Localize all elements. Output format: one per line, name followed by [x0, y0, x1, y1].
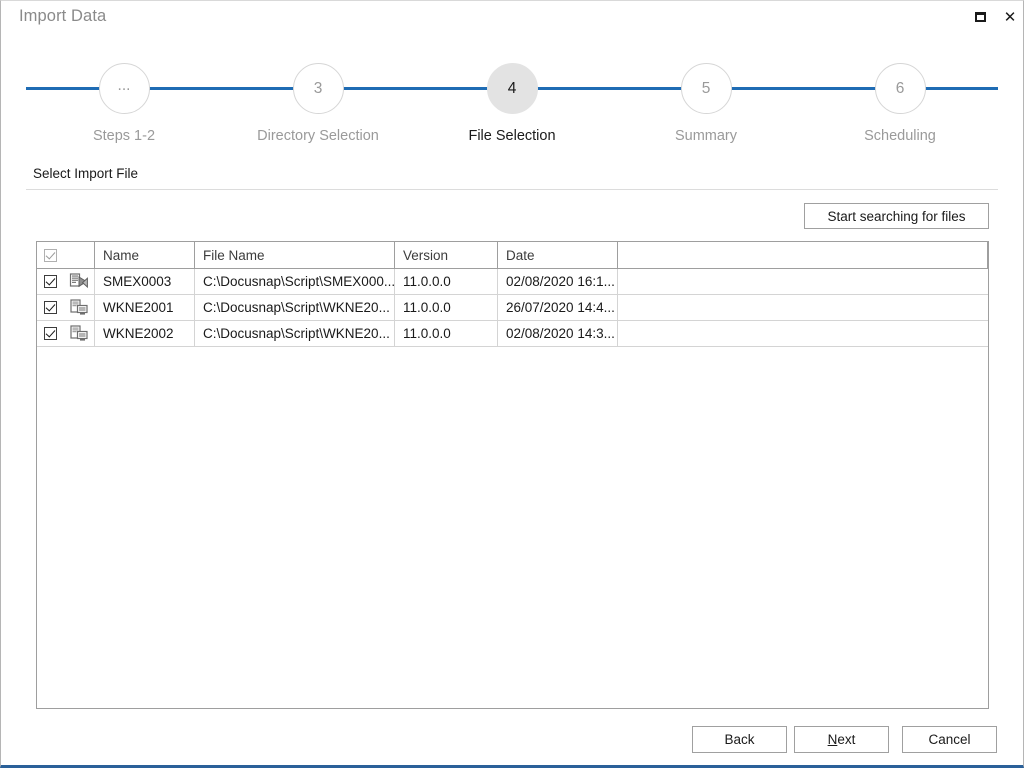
step-number-1: ...	[117, 76, 131, 94]
table-row[interactable]: WKNE2002 C:\Docusnap\Script\WKNE20... 11…	[37, 321, 988, 347]
row-type-cell	[63, 321, 95, 346]
row-filler	[618, 269, 988, 294]
restore-window-button[interactable]	[965, 3, 995, 31]
section-title: Select Import File	[33, 166, 139, 181]
grid-header-version[interactable]: Version	[395, 242, 498, 268]
row-checkbox-cell[interactable]	[37, 269, 63, 294]
row-checkbox-cell[interactable]	[37, 295, 63, 320]
row-version: 11.0.0.0	[395, 269, 498, 294]
select-all-checkbox[interactable]	[43, 248, 57, 262]
grid-empty-area	[37, 347, 988, 708]
workstation-script-icon	[69, 324, 88, 341]
wizard-stepper: ... Steps 1-2 3 Directory Selection 4 Fi…	[1, 47, 1023, 147]
row-file-name: C:\Docusnap\Script\SMEX000...	[195, 269, 395, 294]
grid-header-filler	[618, 242, 988, 268]
grid-header-file-name[interactable]: File Name	[195, 242, 395, 268]
row-file-name: C:\Docusnap\Script\WKNE20...	[195, 321, 395, 346]
step-2[interactable]: 3 Directory Selection	[253, 47, 383, 144]
grid-header-name[interactable]: Name	[95, 242, 195, 268]
step-3-active[interactable]: 4 File Selection	[447, 47, 577, 144]
row-type-cell	[63, 269, 95, 294]
row-filler	[618, 321, 988, 346]
title-bar: Import Data ✕	[1, 1, 1023, 35]
row-checkbox[interactable]	[43, 327, 57, 340]
step-circle-2: 3	[292, 63, 344, 114]
row-name: WKNE2002	[95, 321, 195, 346]
row-checkbox-cell[interactable]	[37, 321, 63, 346]
close-window-button[interactable]: ✕	[995, 3, 1023, 31]
next-button-accelerator: N	[827, 732, 838, 747]
row-name: WKNE2001	[95, 295, 195, 320]
step-label-5: Scheduling	[864, 128, 936, 144]
step-label-2: Directory Selection	[257, 128, 379, 144]
back-button[interactable]: Back	[692, 726, 787, 753]
close-icon: ✕	[1003, 7, 1017, 26]
row-date: 02/08/2020 14:3...	[498, 321, 618, 346]
row-checkbox[interactable]	[43, 275, 57, 288]
next-button[interactable]: Next	[794, 726, 889, 753]
step-number-3: 4	[507, 79, 517, 97]
import-file-grid[interactable]: Name File Name Version Date SMEX0003 C:\…	[36, 241, 989, 709]
window-title: Import Data	[19, 7, 107, 25]
section-divider	[26, 189, 998, 190]
grid-header-row: Name File Name Version Date	[37, 242, 988, 269]
row-filler	[618, 295, 988, 320]
step-4[interactable]: 5 Summary	[641, 47, 771, 144]
table-row[interactable]: WKNE2001 C:\Docusnap\Script\WKNE20... 11…	[37, 295, 988, 321]
step-label-4: Summary	[674, 128, 738, 144]
row-date: 26/07/2020 14:4...	[498, 295, 618, 320]
select-all-cell[interactable]	[37, 242, 63, 268]
step-label-3: File Selection	[468, 128, 556, 144]
start-searching-for-files-button[interactable]: Start searching for files	[804, 203, 989, 229]
step-circle-1: ...	[98, 63, 150, 114]
step-circle-4: 5	[680, 63, 732, 114]
row-version: 11.0.0.0	[395, 321, 498, 346]
step-circle-5: 6	[874, 63, 926, 114]
row-name: SMEX0003	[95, 269, 195, 294]
step-number-5: 6	[895, 79, 905, 97]
table-row[interactable]: SMEX0003 C:\Docusnap\Script\SMEX000... 1…	[37, 269, 988, 295]
row-type-cell	[63, 295, 95, 320]
step-number-2: 3	[313, 79, 323, 97]
step-1[interactable]: ... Steps 1-2	[59, 47, 189, 144]
row-version: 11.0.0.0	[395, 295, 498, 320]
exchange-script-icon	[69, 272, 88, 288]
workstation-script-icon	[69, 298, 88, 315]
cancel-button[interactable]: Cancel	[902, 726, 997, 753]
step-5[interactable]: 6 Scheduling	[835, 47, 965, 144]
import-data-window: Import Data ✕ ... Steps 1-2 3 Directory …	[0, 0, 1024, 768]
row-checkbox[interactable]	[43, 301, 57, 314]
row-date: 02/08/2020 16:1...	[498, 269, 618, 294]
step-number-4: 5	[701, 79, 711, 97]
step-circle-3: 4	[486, 63, 538, 114]
step-label-1: Steps 1-2	[92, 128, 156, 144]
next-button-label-rest: ext	[837, 732, 856, 747]
restore-window-icon	[974, 12, 986, 22]
grid-header-date[interactable]: Date	[498, 242, 618, 268]
grid-header-icon-col	[63, 242, 95, 268]
row-file-name: C:\Docusnap\Script\WKNE20...	[195, 295, 395, 320]
